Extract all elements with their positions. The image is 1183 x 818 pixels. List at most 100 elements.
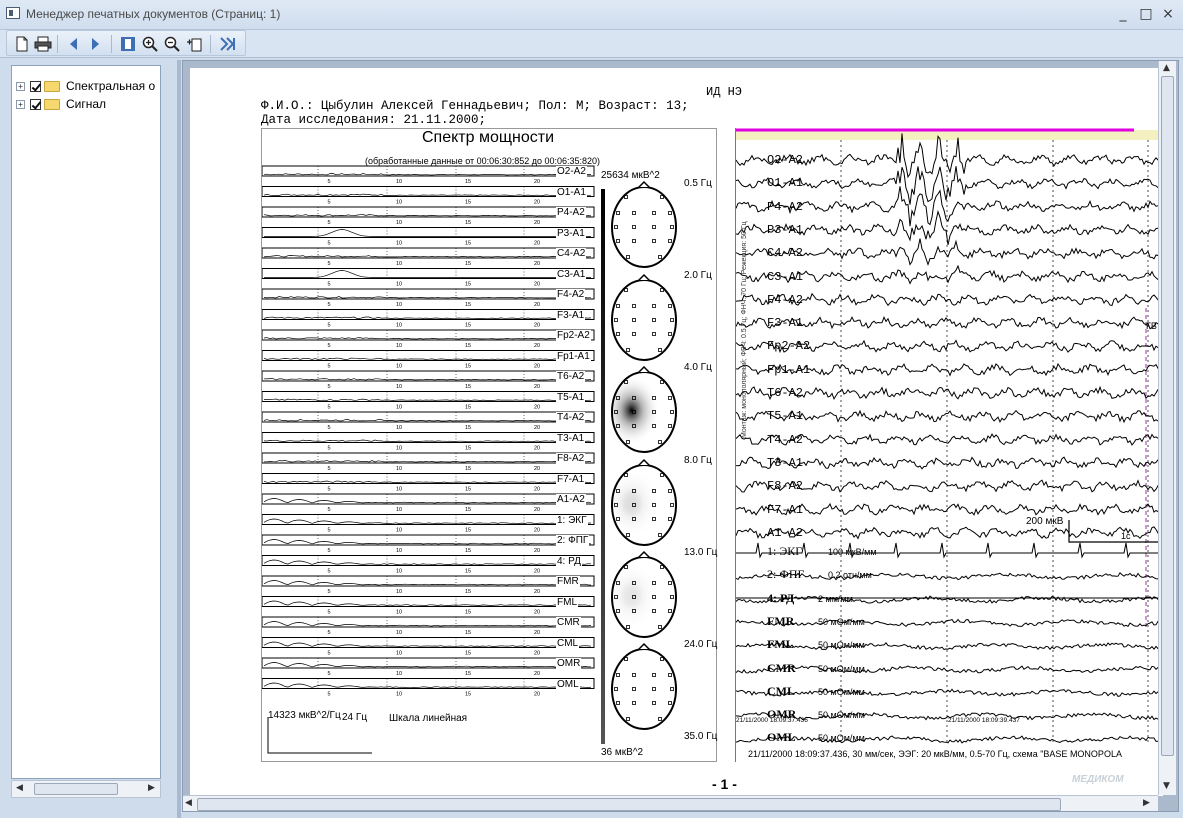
minimize-button[interactable]: _ bbox=[1113, 5, 1133, 23]
folder-icon bbox=[44, 80, 60, 92]
spectrum-tick-label: 20 bbox=[534, 302, 540, 308]
toolbar-group bbox=[6, 30, 246, 56]
spectrum-tick-label: 15 bbox=[465, 548, 471, 554]
poly-channel-label: 4: РД bbox=[767, 590, 795, 605]
panel-splitter[interactable] bbox=[177, 60, 181, 818]
spectrum-tick-label: 15 bbox=[465, 425, 471, 431]
checkbox[interactable] bbox=[30, 80, 41, 92]
scroll-right-icon[interactable]: ▶ bbox=[1143, 798, 1150, 808]
spectrum-tick-label: 5 bbox=[327, 425, 330, 431]
spectrum-channel-label: T5-A1 bbox=[556, 391, 586, 403]
scroll-down-icon[interactable]: ▼ bbox=[1163, 781, 1170, 791]
spectrum-tick-label: 15 bbox=[465, 446, 471, 452]
document-viewport: ИД НЭ Ф.И.О.: Цыбулин Алексей Геннадьеви… bbox=[182, 60, 1179, 812]
scroll-thumb[interactable] bbox=[1161, 76, 1174, 756]
tree-item-spectral[interactable]: + Спектральная о bbox=[16, 78, 155, 94]
map-frequency-label: 4.0 Гц bbox=[684, 362, 712, 374]
spectrum-channel-label: P3-A1 bbox=[556, 227, 586, 239]
eeg-channel-label: T4-A2 bbox=[767, 432, 804, 447]
spectrum-tick-label: 10 bbox=[396, 446, 402, 452]
spectrum-curve bbox=[263, 600, 592, 606]
spectrum-tick-label: 5 bbox=[327, 507, 330, 513]
spectrum-curve bbox=[263, 559, 592, 565]
scroll-left-icon[interactable]: ◀ bbox=[185, 798, 192, 808]
spectrum-tick-label: 10 bbox=[396, 241, 402, 247]
spectrum-tick-label: 20 bbox=[534, 589, 540, 595]
spectrum-tick-label: 15 bbox=[465, 261, 471, 267]
spectrum-tick-label: 5 bbox=[327, 630, 330, 636]
scroll-right-icon[interactable]: ▶ bbox=[148, 783, 155, 793]
spectrum-tick-label: 10 bbox=[396, 569, 402, 575]
page-view-icon[interactable] bbox=[119, 35, 137, 53]
forward-icon[interactable] bbox=[87, 35, 105, 53]
spectrum-tick-label: 15 bbox=[465, 651, 471, 657]
spectrum-channel-label: 1: ЭКГ bbox=[556, 514, 588, 526]
poly-trace bbox=[736, 688, 1163, 697]
spectrum-tick-label: 20 bbox=[534, 671, 540, 677]
colorbar-max: 25634 мкВ^2 bbox=[601, 170, 660, 181]
spectrum-tick-label: 20 bbox=[534, 179, 540, 185]
spectrum-tick-label: 15 bbox=[465, 507, 471, 513]
page-number: - 1 - bbox=[712, 776, 737, 792]
eeg-channel-label: P4-A2 bbox=[767, 199, 804, 214]
new-icon[interactable] bbox=[13, 35, 31, 53]
scroll-up-icon[interactable]: ▲ bbox=[1163, 63, 1170, 73]
spectrum-tick-label: 10 bbox=[396, 507, 402, 513]
spectrum-tick-label: 20 bbox=[534, 446, 540, 452]
document-horizontal-scrollbar[interactable]: ◀ ▶ bbox=[183, 795, 1158, 811]
spectrum-curve bbox=[264, 229, 591, 237]
poly-channel-label: OML bbox=[767, 730, 796, 745]
spectrum-tick-label: 20 bbox=[534, 323, 540, 329]
poly-channel-label: CML bbox=[767, 683, 795, 698]
scroll-thumb[interactable] bbox=[197, 798, 1061, 811]
spectrum-channel-label: T6-A2 bbox=[556, 371, 586, 382]
spectrum-panel: Спектр мощности (обработанные данные от … bbox=[261, 128, 717, 762]
document-vertical-scrollbar[interactable]: ▲ ▼ bbox=[1158, 61, 1176, 795]
scroll-left-icon[interactable]: ◀ bbox=[16, 783, 23, 793]
spectrum-curve bbox=[263, 480, 592, 483]
window-title: Менеджер печатных документов (Страниц: 1… bbox=[26, 7, 281, 21]
patient-line: Ф.И.О.: Цыбулин Алексей Геннадьевич; Пол… bbox=[261, 99, 689, 113]
spectrum-tick-label: 20 bbox=[534, 200, 540, 206]
spectrum-channel-label: Fp2-A2 bbox=[556, 330, 591, 341]
scroll-thumb[interactable] bbox=[34, 783, 118, 795]
checkbox[interactable] bbox=[30, 98, 41, 110]
fit-icon[interactable] bbox=[185, 35, 203, 53]
eeg-footer: 21/11/2000 18:09:37.436, 30 мм/сек, ЭЭГ:… bbox=[748, 749, 1122, 759]
spectrum-tick-label: 10 bbox=[396, 200, 402, 206]
head-map-fill bbox=[613, 466, 675, 544]
spectrum-channel-label: OMR bbox=[556, 658, 582, 669]
calibration-time: 1с bbox=[1121, 531, 1131, 541]
maximize-button[interactable]: □ bbox=[1136, 5, 1156, 23]
tree-item-signal[interactable]: + Сигнал bbox=[16, 96, 106, 112]
spectrum-tick-label: 20 bbox=[534, 507, 540, 513]
print-icon[interactable] bbox=[34, 35, 52, 53]
tree-horizontal-scrollbar[interactable]: ◀ ▶ bbox=[11, 780, 161, 798]
spectrum-tick-label: 15 bbox=[465, 282, 471, 288]
export-icon[interactable] bbox=[219, 35, 237, 53]
spectrum-curve bbox=[263, 439, 592, 442]
expand-icon[interactable]: + bbox=[16, 99, 25, 109]
spectrum-tick-label: 15 bbox=[465, 241, 471, 247]
zoom-in-icon[interactable] bbox=[141, 35, 159, 53]
eeg-channel-label: O2-A2 bbox=[767, 153, 804, 167]
spectrum-tick-label: 10 bbox=[396, 487, 402, 493]
spectrum-tick-label: 10 bbox=[396, 261, 402, 267]
head-nose bbox=[638, 365, 650, 373]
close-button[interactable]: × bbox=[1158, 5, 1178, 23]
zoom-out-icon[interactable] bbox=[163, 35, 181, 53]
poly-trace bbox=[736, 735, 1163, 744]
spectrum-curve bbox=[263, 193, 592, 196]
spectrum-curve bbox=[263, 682, 592, 688]
expand-icon[interactable]: + bbox=[16, 81, 25, 91]
back-icon[interactable] bbox=[64, 35, 82, 53]
eeg-panel: O2-A2 O1-A1 P4-A2 P3-A1 C4-A2 C3-A1 F4-A2 F3-A1… bbox=[735, 128, 1163, 762]
spectrum-tick-label: 10 bbox=[396, 548, 402, 554]
spectrum-channel-label: A1-A2 bbox=[556, 494, 586, 505]
spectrum-tick-label: 20 bbox=[534, 651, 540, 657]
poly-channel-label: 2: ФПГ bbox=[767, 567, 805, 582]
poly-trace bbox=[736, 595, 1163, 604]
document-tree[interactable]: + Спектральная о + Сигнал bbox=[11, 65, 161, 779]
spectrum-curve bbox=[263, 662, 591, 668]
poly-channel-label: FMR bbox=[767, 613, 795, 628]
